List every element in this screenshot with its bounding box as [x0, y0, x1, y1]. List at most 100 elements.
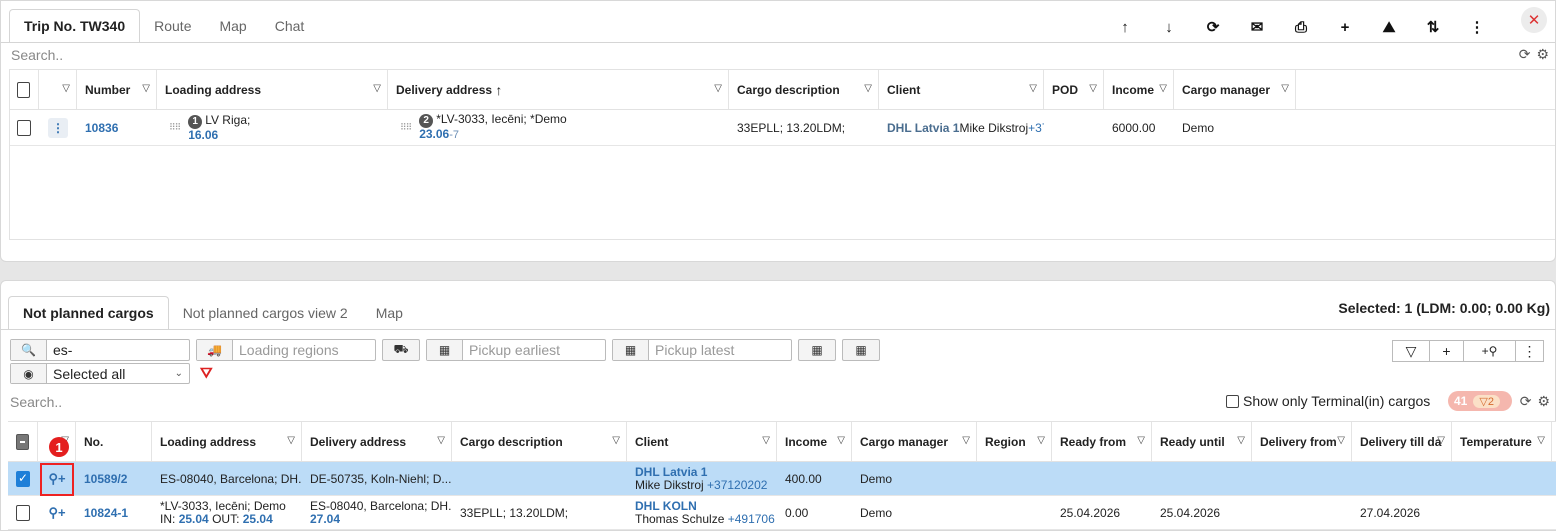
region-select[interactable]: ◉ Selected all ⌄: [10, 363, 190, 384]
table-row[interactable]: ⚲+ 10824-1 *LV-3033, Iecēni; Demo IN: 25…: [8, 496, 1556, 530]
column-loading-address[interactable]: Loading address ▽: [152, 422, 302, 461]
refresh-icon[interactable]: ⟳: [1191, 15, 1235, 39]
more-icon[interactable]: ⋮: [1455, 15, 1499, 39]
delivery-earliest-button[interactable]: ▦: [798, 339, 836, 361]
filter-icon[interactable]: ▽: [837, 435, 845, 446]
row-checkbox[interactable]: [8, 496, 38, 529]
filter-icon[interactable]: ▽: [612, 435, 620, 446]
filter-icon[interactable]: ▽: [1089, 83, 1097, 94]
plus-icon[interactable]: +: [1323, 15, 1367, 39]
column-region[interactable]: Region ▽: [977, 422, 1052, 461]
tab-not-planned-cargos-view-2[interactable]: Not planned cargos view 2: [169, 296, 362, 330]
column-delivery-address[interactable]: Delivery address ↑ ▽: [388, 70, 729, 109]
tab-not-planned-cargos[interactable]: Not planned cargos: [8, 296, 169, 330]
column-cargo-manager[interactable]: Cargo manager ▽: [852, 422, 977, 461]
delivery-latest-button[interactable]: ▦: [842, 339, 880, 361]
pickup-latest-field[interactable]: ▦ Pickup latest: [612, 339, 792, 361]
filter-icon[interactable]: ▽: [373, 83, 381, 94]
filter-icon[interactable]: ▽: [962, 435, 970, 446]
select-all-checkbox[interactable]: [9, 70, 39, 109]
column-temperature[interactable]: Temperature ▽: [1452, 422, 1552, 461]
add-cargo-button[interactable]: +: [1430, 340, 1464, 362]
column-delivery-till[interactable]: Delivery till da ▽: [1352, 422, 1452, 461]
filter-icon[interactable]: ▽: [1437, 435, 1445, 446]
cargo-search-field[interactable]: 🔍 es-: [10, 339, 190, 361]
filter-icon[interactable]: ▽: [1537, 435, 1545, 446]
filter-icon[interactable]: ▽: [142, 83, 150, 94]
table-row[interactable]: ⋮ 10836 ⠿⠿ 1 LV Riga; 16.06 ⠿⠿ 2 *LV-3033,…: [9, 110, 1555, 146]
filter-icon[interactable]: ▽: [714, 83, 722, 94]
cargo-number-link[interactable]: 10836: [77, 110, 157, 145]
filter-icon[interactable]: ▽: [864, 83, 872, 94]
refresh-icon[interactable]: ⟳: [1519, 46, 1531, 63]
filter-icon[interactable]: ▽: [437, 435, 445, 446]
filter-button[interactable]: ▽: [1392, 340, 1430, 362]
more-button[interactable]: ⋮: [1516, 340, 1544, 362]
row-checkbox[interactable]: ✓: [8, 462, 38, 495]
column-delivery-address[interactable]: Delivery address ▽: [302, 422, 452, 461]
add-to-route-icon[interactable]: ⚲+: [38, 496, 76, 529]
road-icon[interactable]: ⛰: [1367, 15, 1411, 39]
filter-icon[interactable]: ▽: [1029, 83, 1037, 94]
filter-icon[interactable]: ▽: [287, 435, 295, 446]
tab-route[interactable]: Route: [140, 9, 205, 43]
more-icon[interactable]: ⋮: [48, 117, 68, 138]
filter-icon[interactable]: ▽: [1237, 435, 1245, 446]
cargo-number-link[interactable]: 10824-1: [76, 496, 152, 529]
column-number[interactable]: Number ▽: [77, 70, 157, 109]
column-ready-until[interactable]: Ready until ▽: [1152, 422, 1252, 461]
tab-trip[interactable]: Trip No. TW340: [9, 9, 141, 43]
filter-icon[interactable]: ▽: [1037, 435, 1045, 446]
select-all-checkbox[interactable]: [8, 422, 38, 461]
print-icon[interactable]: ⎙: [1279, 15, 1323, 39]
add-to-route-icon[interactable]: ⚲+: [38, 462, 76, 495]
unloading-regions-button[interactable]: ⛟: [382, 339, 420, 361]
drag-handle-icon[interactable]: ⠿⠿: [400, 122, 412, 133]
filter-icon[interactable]: ▽: [762, 435, 770, 446]
column-pod[interactable]: POD ▽: [1044, 70, 1104, 109]
trip-search-input[interactable]: Search..: [11, 47, 63, 63]
tab-chat[interactable]: Chat: [261, 9, 319, 43]
column-income[interactable]: Income ▽: [777, 422, 852, 461]
column-cargo-description[interactable]: Cargo description ▽: [729, 70, 879, 109]
gear-icon[interactable]: ⚙: [1536, 46, 1549, 63]
cargo-count-badge[interactable]: 41 ▽2: [1448, 391, 1512, 411]
terminal-checkbox[interactable]: [1226, 394, 1239, 408]
table-row[interactable]: ✓ ⚲+ 10589/2 ES-08040, Barcelona; DH... …: [8, 462, 1556, 496]
gear-icon[interactable]: ⚙: [1537, 393, 1550, 410]
cargo-search-input[interactable]: Search..: [10, 394, 62, 410]
clear-filter-icon[interactable]: ⛛: [200, 365, 213, 382]
sort-icon[interactable]: ⇅: [1411, 15, 1455, 39]
filter-icon[interactable]: ▽: [1137, 435, 1145, 446]
tab-cargo-map[interactable]: Map: [362, 296, 417, 330]
column-no[interactable]: No.: [76, 422, 152, 461]
column-client[interactable]: Client ▽: [627, 422, 777, 461]
column-loading-address[interactable]: Loading address ▽: [157, 70, 388, 109]
close-icon[interactable]: ✕: [1521, 7, 1547, 33]
arrow-up-icon[interactable]: ↑: [1103, 15, 1147, 39]
column-ready-from[interactable]: Ready from ▽: [1052, 422, 1152, 461]
row-menu-button[interactable]: ⋮: [39, 110, 77, 145]
add-to-route-button[interactable]: +⚲: [1464, 340, 1516, 362]
filter-icon[interactable]: ▽: [62, 83, 70, 94]
mail-icon[interactable]: ✉: [1235, 15, 1279, 39]
filter-icon[interactable]: ▽: [1337, 435, 1345, 446]
tab-divider: [0, 329, 1556, 330]
pickup-earliest-field[interactable]: ▦ Pickup earliest: [426, 339, 606, 361]
row-checkbox[interactable]: [9, 110, 39, 145]
terminal-only-toggle[interactable]: Show only Terminal(in) cargos: [1226, 393, 1430, 409]
refresh-icon[interactable]: ⟳: [1520, 393, 1532, 410]
client-cell: DHL Latvia 1 Mike Dikstroj +37120202: [635, 464, 768, 492]
arrow-down-icon[interactable]: ↓: [1147, 15, 1191, 39]
filter-icon[interactable]: ▽: [1281, 83, 1289, 94]
tab-map[interactable]: Map: [205, 9, 260, 43]
column-cargo-description[interactable]: Cargo description ▽: [452, 422, 627, 461]
loading-regions-field[interactable]: 🚚 Loading regions: [196, 339, 376, 361]
cargo-number-link[interactable]: 10589/2: [76, 462, 152, 495]
drag-handle-icon[interactable]: ⠿⠿: [169, 122, 181, 133]
column-cargo-manager[interactable]: Cargo manager ▽: [1174, 70, 1296, 109]
column-client[interactable]: Client ▽: [879, 70, 1044, 109]
filter-icon[interactable]: ▽: [1159, 83, 1167, 94]
column-delivery-from[interactable]: Delivery from ▽: [1252, 422, 1352, 461]
column-income[interactable]: Income ▽: [1104, 70, 1174, 109]
